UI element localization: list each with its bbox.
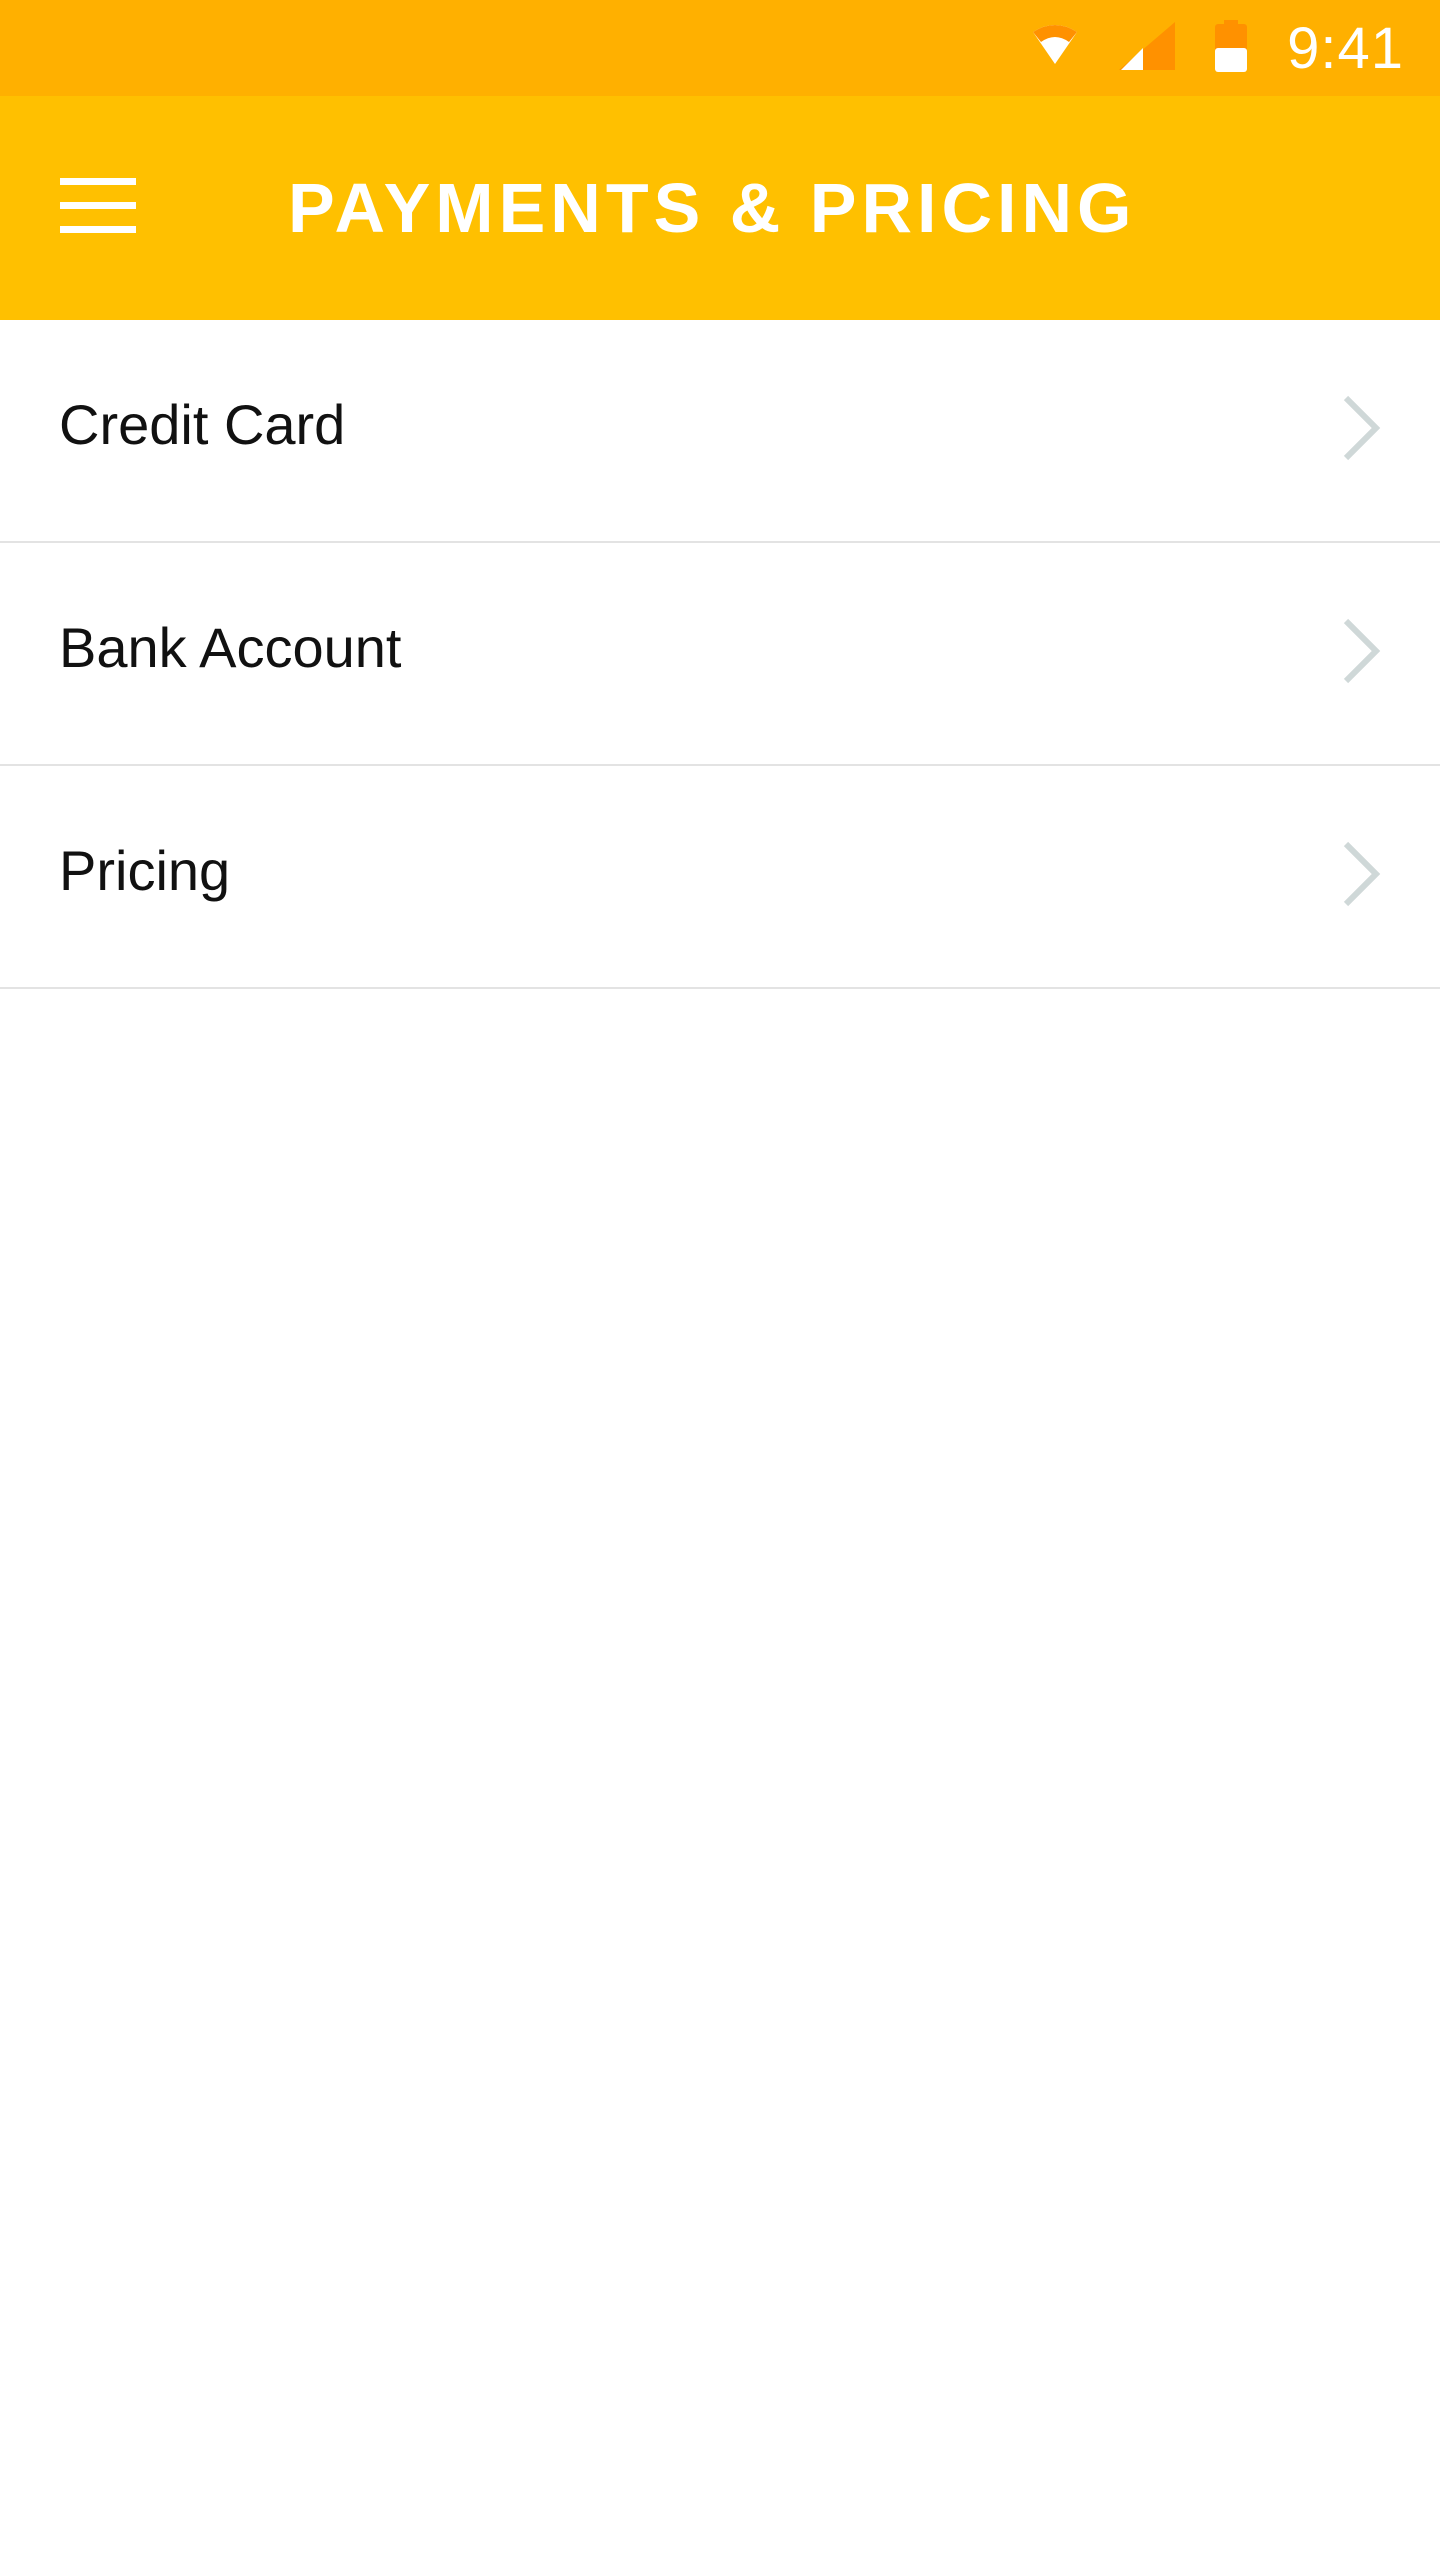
status-bar: 9:41 — [0, 0, 1440, 96]
chevron-right-icon — [1340, 615, 1384, 687]
hamburger-menu-icon — [60, 177, 136, 239]
cell-signal-icon — [1119, 21, 1176, 75]
list-item-credit-card[interactable]: Credit Card — [0, 320, 1440, 543]
chevron-right-icon — [1340, 838, 1384, 910]
page-title: PAYMENTS & PRICING — [288, 169, 1137, 247]
status-icons: 9:41 — [1031, 0, 1404, 96]
list-item-pricing[interactable]: Pricing — [0, 766, 1440, 989]
battery-icon — [1215, 19, 1248, 77]
list-item-label: Credit Card — [59, 393, 346, 456]
menu-button[interactable] — [48, 158, 148, 258]
app-bar: PAYMENTS & PRICING — [0, 96, 1440, 320]
payments-menu-list: Credit Card Bank Account Pricing — [0, 320, 1440, 989]
status-time: 9:41 — [1287, 15, 1404, 81]
list-item-label: Pricing — [59, 839, 231, 902]
chevron-right-icon — [1340, 392, 1384, 464]
list-item-label: Bank Account — [59, 616, 402, 679]
list-item-bank-account[interactable]: Bank Account — [0, 543, 1440, 766]
wifi-icon — [1031, 24, 1079, 73]
